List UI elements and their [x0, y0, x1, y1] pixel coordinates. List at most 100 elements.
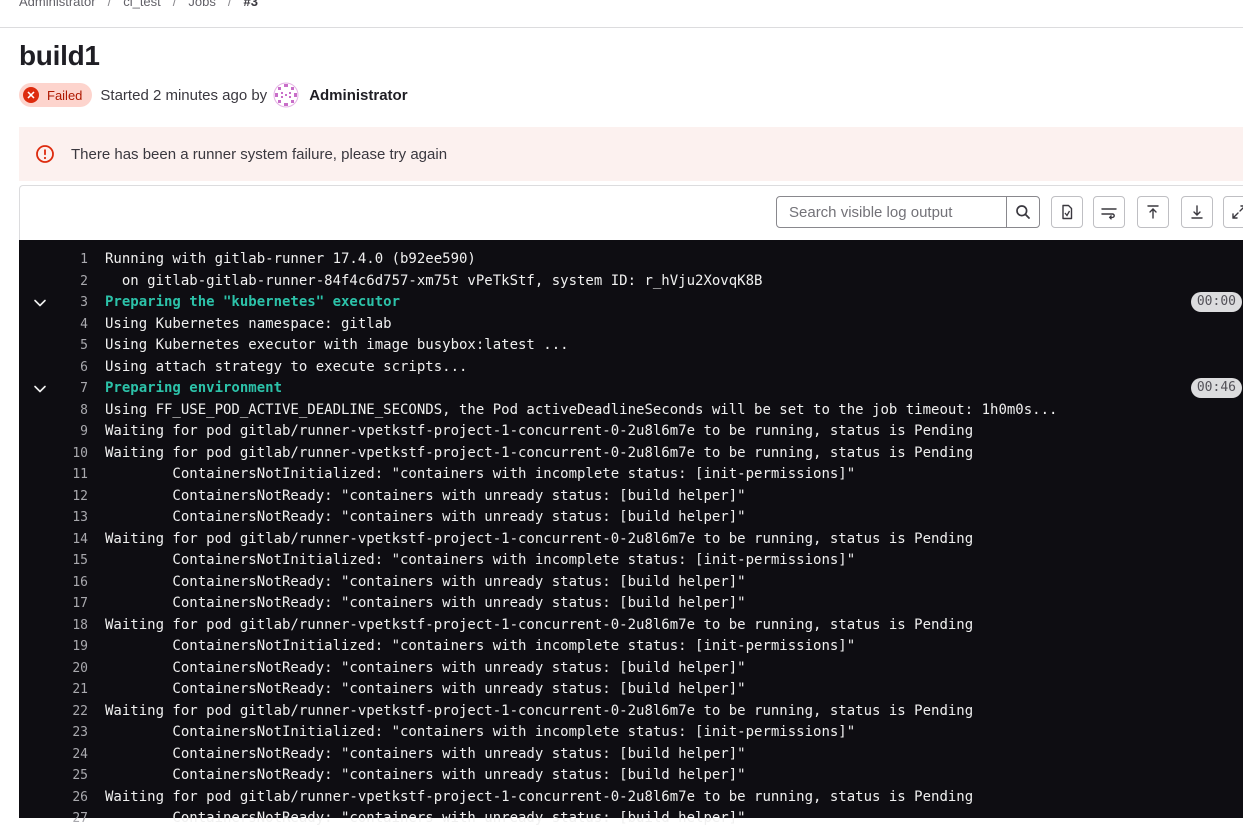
chevron-down-icon[interactable] [33, 382, 47, 396]
fullscreen-button[interactable] [1223, 196, 1243, 228]
user-avatar[interactable] [273, 82, 299, 108]
line-number[interactable]: 19 [58, 636, 88, 658]
log-text: ContainersNotReady: "containers with unr… [105, 681, 746, 697]
line-number[interactable]: 2 [58, 271, 88, 293]
log-text: Using attach strategy to execute scripts… [105, 358, 468, 375]
log-line: 21 ContainersNotReady: "containers with … [19, 679, 1243, 701]
log-text: Preparing environment [105, 380, 283, 396]
line-number[interactable]: 5 [58, 335, 88, 357]
log-line: 12 ContainersNotReady: "containers with … [19, 486, 1243, 508]
chevron-down-icon[interactable] [33, 296, 47, 310]
text-wrap-icon [1101, 208, 1117, 220]
line-number[interactable]: 3 [58, 292, 88, 314]
log-text: Waiting for pod gitlab/runner-vpetkstf-p… [105, 530, 974, 547]
search-button[interactable] [1006, 197, 1039, 227]
line-number[interactable]: 13 [58, 507, 88, 529]
line-number[interactable]: 14 [58, 529, 88, 551]
log-line: 10 Waiting for pod gitlab/runner-vpetkstf… [19, 443, 1243, 465]
log-text: ContainersNotReady: "containers with unr… [105, 509, 746, 525]
log-toolbar [19, 185, 1243, 241]
line-number[interactable]: 7 [58, 378, 88, 400]
log-text: Waiting for pod gitlab/runner-vpetkstf-p… [105, 616, 974, 633]
log-line: 18 Waiting for pod gitlab/runner-vpetkstf… [19, 615, 1243, 637]
log-line: 13 ContainersNotReady: "containers with … [19, 507, 1243, 529]
log-line: 25 ContainersNotReady: "containers with … [19, 765, 1243, 787]
scroll-to-bottom-button[interactable] [1181, 196, 1213, 228]
doc-text-icon [1062, 204, 1073, 220]
line-number[interactable]: 8 [58, 400, 88, 422]
wrap-lines-button[interactable] [1093, 196, 1125, 228]
line-number[interactable]: 27 [58, 808, 88, 830]
line-number[interactable]: 22 [58, 701, 88, 723]
log-section-header[interactable]: 3 Preparing the "kubernetes" executor 00:0… [19, 292, 1243, 314]
log-line: 4 Using Kubernetes namespace: gitlab [19, 314, 1243, 336]
log-line: 19 ContainersNotInitialized: "containers… [19, 636, 1243, 658]
search-icon [1016, 205, 1030, 219]
log-text: ContainersNotReady: "containers with unr… [105, 767, 746, 783]
log-text: ContainersNotInitialized: "containers wi… [105, 724, 856, 740]
section-duration-badge: 00:00 [1190, 292, 1242, 312]
line-number[interactable]: 24 [58, 744, 88, 766]
scroll-to-top-button[interactable] [1137, 196, 1169, 228]
log-text: Using Kubernetes namespace: gitlab [105, 315, 392, 332]
breadcrumb-separator: / [107, 0, 112, 9]
breadcrumb-separator: / [227, 0, 232, 9]
raw-log-button[interactable] [1051, 196, 1083, 228]
log-line: 27 ContainersNotReady: "containers with … [19, 808, 1243, 830]
log-text: Running with gitlab-runner 17.4.0 (b92ee… [105, 251, 476, 267]
line-number[interactable]: 9 [58, 421, 88, 443]
line-number[interactable]: 17 [58, 593, 88, 615]
job-log: 1 Running with gitlab-runner 17.4.0 (b92e… [19, 240, 1243, 826]
log-line: 17 ContainersNotReady: "containers with … [19, 593, 1243, 615]
log-section-header[interactable]: 7 Preparing environment 00:46 [19, 378, 1243, 400]
scroll-down-icon [1191, 205, 1203, 219]
breadcrumb-item-administrator[interactable]: Administrator [19, 0, 96, 9]
section-duration-badge: 00:46 [1190, 378, 1242, 398]
log-text: ContainersNotReady: "containers with unr… [105, 659, 746, 676]
log-text: ContainersNotReady: "containers with unr… [105, 810, 746, 826]
line-number[interactable]: 18 [58, 615, 88, 637]
log-line: 5 Using Kubernetes executor with image bu… [19, 335, 1243, 357]
log-text: Waiting for pod gitlab/runner-vpetkstf-p… [105, 423, 974, 439]
line-number[interactable]: 11 [58, 464, 88, 486]
breadcrumb-item-current[interactable]: #3 [244, 0, 258, 9]
log-text: ContainersNotReady: "containers with unr… [105, 573, 746, 590]
log-line: 23 ContainersNotInitialized: "containers… [19, 722, 1243, 744]
breadcrumb-separator: / [172, 0, 177, 9]
status-failed-icon: ✕ [23, 87, 39, 103]
breadcrumb-item-project[interactable]: ci_test [123, 0, 161, 9]
line-number[interactable]: 4 [58, 314, 88, 336]
log-line: 22 Waiting for pod gitlab/runner-vpetkstf… [19, 701, 1243, 723]
log-search-input[interactable] [777, 197, 1006, 227]
log-text: Using Kubernetes executor with image bus… [105, 337, 569, 353]
log-line: 9 Waiting for pod gitlab/runner-vpetkstf-… [19, 421, 1243, 443]
log-text: ContainersNotInitialized: "containers wi… [105, 638, 856, 654]
line-number[interactable]: 25 [58, 765, 88, 787]
log-line: 15 ContainersNotInitialized: "containers… [19, 550, 1243, 572]
line-number[interactable]: 23 [58, 722, 88, 744]
user-link[interactable]: Administrator [309, 87, 407, 104]
log-text: Preparing the "kubernetes" executor [105, 294, 401, 310]
line-number[interactable]: 6 [58, 357, 88, 379]
line-number[interactable]: 16 [58, 572, 88, 594]
line-number[interactable]: 1 [58, 249, 88, 271]
line-number[interactable]: 12 [58, 486, 88, 508]
log-search [776, 196, 1040, 228]
line-number[interactable]: 10 [58, 443, 88, 465]
log-line: 11 ContainersNotInitialized: "containers… [19, 464, 1243, 486]
log-text: ContainersNotReady: "containers with unr… [105, 745, 746, 762]
log-line: 26 Waiting for pod gitlab/runner-vpetkstf… [19, 787, 1243, 809]
started-text: Started 2 minutes ago by [100, 86, 268, 104]
log-text: ContainersNotReady: "containers with unr… [105, 487, 746, 504]
line-number[interactable]: 15 [58, 550, 88, 572]
status-label: Failed [47, 87, 83, 103]
breadcrumb-item-jobs[interactable]: Jobs [188, 0, 215, 9]
log-line: 16 ContainersNotReady: "containers with … [19, 572, 1243, 594]
log-line: 14 Waiting for pod gitlab/runner-vpetkstf… [19, 529, 1243, 551]
line-number[interactable]: 20 [58, 658, 88, 680]
line-number[interactable]: 21 [58, 679, 88, 701]
status-badge[interactable]: ✕ Failed [19, 83, 93, 107]
line-number[interactable]: 26 [58, 787, 88, 809]
log-text: Using FF_USE_POD_ACTIVE_DEADLINE_SECONDS… [105, 401, 1058, 418]
breadcrumb: Administrator / ci_test / Jobs / #3 [19, 0, 258, 11]
